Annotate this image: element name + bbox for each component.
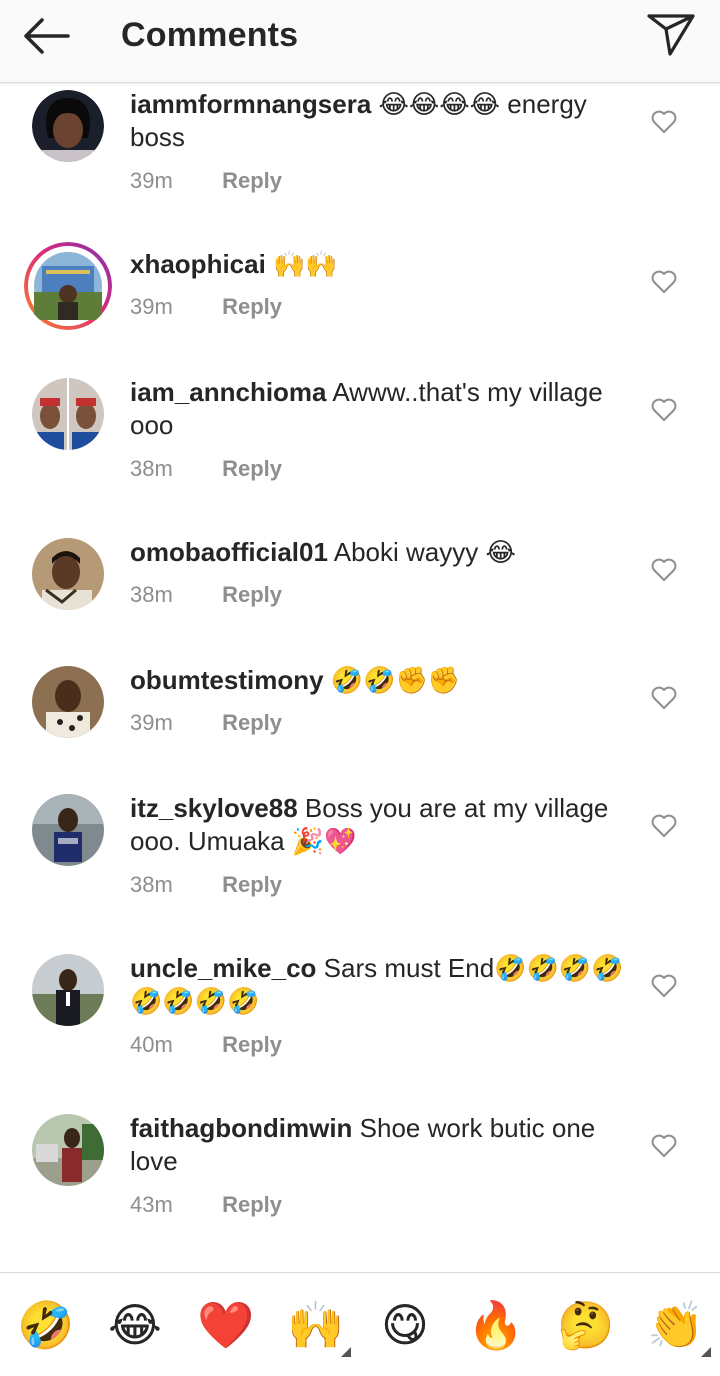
comment-body: omobaofficial01 Aboki wayyy 😂 — [130, 536, 630, 569]
comment-username[interactable]: uncle_mike_co — [130, 953, 316, 983]
comment-time: 39m — [130, 168, 173, 193]
comment-meta: 39m Reply — [130, 168, 282, 194]
heart-icon[interactable] — [651, 974, 677, 998]
comment-body: iam_annchioma Awww..that's my village oo… — [130, 376, 630, 442]
comment-time: 38m — [130, 456, 173, 481]
comment-username[interactable]: faithagbondimwin — [130, 1113, 352, 1143]
reply-button[interactable]: Reply — [222, 1192, 282, 1217]
comment-time: 38m — [130, 582, 173, 607]
comment-item: faithagbondimwin Shoe work butic one lov… — [0, 1106, 720, 1266]
more-variants-indicator — [701, 1347, 711, 1357]
back-button[interactable] — [18, 12, 78, 60]
heart-icon[interactable] — [651, 814, 677, 838]
comment-item: iammformnangsera 😂😂😂😂 energy boss 39m Re… — [0, 82, 720, 242]
avatar[interactable] — [24, 242, 112, 330]
profile-photo — [32, 794, 104, 866]
avatar[interactable] — [32, 1114, 104, 1186]
share-button[interactable] — [646, 12, 696, 58]
comment-body: iammformnangsera 😂😂😂😂 energy boss — [130, 88, 630, 154]
comment-body: faithagbondimwin Shoe work butic one lov… — [130, 1112, 630, 1178]
emoji-rofl-button[interactable]: 🤣 — [17, 1297, 74, 1353]
comment-meta: 39m Reply — [130, 710, 282, 736]
page-title: Comments — [121, 16, 299, 54]
comment-text: 🤣🤣✊✊ — [330, 665, 461, 695]
top-bar: Comments — [0, 0, 720, 83]
heart-icon[interactable] — [651, 1134, 677, 1158]
heart-icon[interactable] — [651, 270, 677, 294]
emoji-fire-button[interactable]: 🔥 — [467, 1297, 524, 1353]
reply-button[interactable]: Reply — [222, 168, 282, 193]
comment-username[interactable]: iam_annchioma — [130, 377, 327, 407]
comment-meta: 40m Reply — [130, 1032, 282, 1058]
comment-meta: 39m Reply — [130, 294, 282, 320]
comment-item: obumtestimony 🤣🤣✊✊ 39m Reply — [0, 658, 720, 786]
emoji-quick-bar: 🤣 😂 ❤️ 🙌 😋 🔥 🤔 👏 — [0, 1272, 720, 1376]
heart-icon[interactable] — [651, 398, 677, 422]
reply-button[interactable]: Reply — [222, 456, 282, 481]
avatar[interactable] — [32, 954, 104, 1026]
comment-body: uncle_mike_co Sars must End🤣🤣🤣🤣🤣🤣🤣🤣 — [130, 952, 630, 1018]
comment-item: omobaofficial01 Aboki wayyy 😂 38m Reply — [0, 530, 720, 658]
comment-time: 39m — [130, 710, 173, 735]
emoji-heart-button[interactable]: ❤️ — [197, 1297, 254, 1353]
comment-time: 39m — [130, 294, 173, 319]
reply-button[interactable]: Reply — [222, 582, 282, 607]
heart-icon[interactable] — [651, 558, 677, 582]
avatar[interactable] — [32, 538, 104, 610]
emoji-thinking-button[interactable]: 🤔 — [557, 1297, 614, 1353]
comment-item: xhaophicai 🙌🙌 39m Reply — [0, 242, 720, 362]
comment-meta: 43m Reply — [130, 1192, 282, 1218]
emoji-clap-button[interactable]: 👏 — [647, 1297, 704, 1353]
emoji-raised-hands-button[interactable]: 🙌 — [287, 1297, 344, 1353]
emoji-joy-button[interactable]: 😂 — [107, 1297, 163, 1353]
comment-body: obumtestimony 🤣🤣✊✊ — [130, 664, 630, 697]
profile-photo — [24, 242, 112, 330]
heart-icon[interactable] — [651, 686, 677, 710]
comment-item: uncle_mike_co Sars must End🤣🤣🤣🤣🤣🤣🤣🤣 40m … — [0, 946, 720, 1106]
comment-username[interactable]: iammformnangsera — [130, 89, 371, 119]
profile-photo — [32, 90, 104, 162]
comment-text: 🙌🙌 — [273, 249, 338, 279]
avatar[interactable] — [32, 666, 104, 738]
avatar[interactable] — [32, 794, 104, 866]
reply-button[interactable]: Reply — [222, 710, 282, 735]
paper-plane-icon — [647, 14, 695, 56]
more-variants-indicator — [341, 1347, 351, 1357]
profile-photo — [32, 1114, 104, 1186]
avatar[interactable] — [32, 90, 104, 162]
back-arrow-icon — [24, 18, 70, 54]
profile-photo — [32, 378, 104, 450]
reply-button[interactable]: Reply — [222, 872, 282, 897]
reply-button[interactable]: Reply — [222, 294, 282, 319]
emoji-yum-button[interactable]: 😋 — [377, 1297, 433, 1353]
comment-body: itz_skylove88 Boss you are at my village… — [130, 792, 630, 858]
comment-item: iam_annchioma Awww..that's my village oo… — [0, 370, 720, 530]
comment-meta: 38m Reply — [130, 582, 282, 608]
profile-photo — [32, 538, 104, 610]
avatar[interactable] — [32, 378, 104, 450]
comment-username[interactable]: omobaofficial01 — [130, 537, 328, 567]
comment-text: Aboki wayyy 😂 — [333, 537, 516, 567]
comment-meta: 38m Reply — [130, 456, 282, 482]
comment-body: xhaophicai 🙌🙌 — [130, 248, 630, 281]
comment-username[interactable]: itz_skylove88 — [130, 793, 298, 823]
profile-photo — [32, 954, 104, 1026]
comment-time: 43m — [130, 1192, 173, 1217]
comment-meta: 38m Reply — [130, 872, 282, 898]
comment-time: 40m — [130, 1032, 173, 1057]
comment-username[interactable]: obumtestimony — [130, 665, 324, 695]
profile-photo — [32, 666, 104, 738]
heart-icon[interactable] — [651, 110, 677, 134]
comment-item: itz_skylove88 Boss you are at my village… — [0, 786, 720, 946]
comment-username[interactable]: xhaophicai — [130, 249, 266, 279]
comment-time: 38m — [130, 872, 173, 897]
reply-button[interactable]: Reply — [222, 1032, 282, 1057]
